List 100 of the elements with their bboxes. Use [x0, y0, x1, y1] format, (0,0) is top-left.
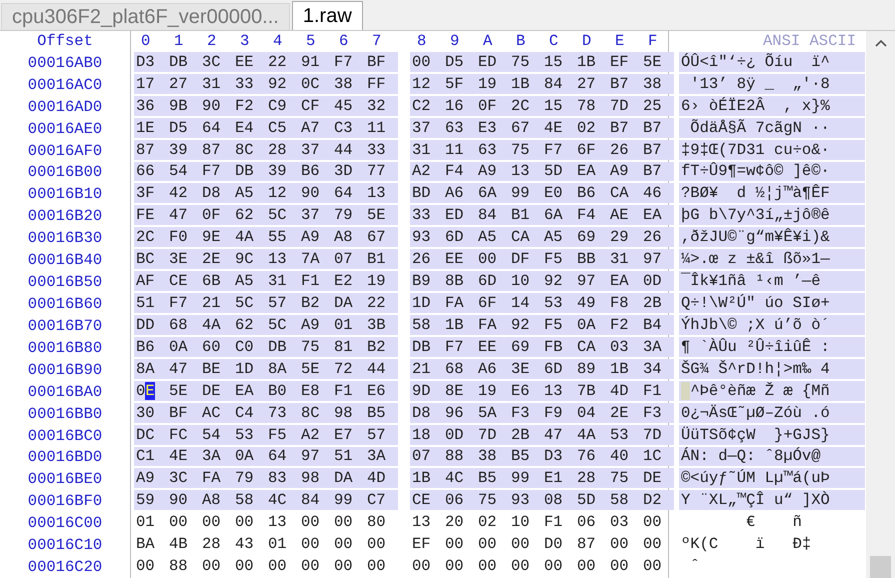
hex-byte[interactable]: 13 — [365, 183, 398, 204]
hex-byte[interactable]: 00 — [332, 512, 365, 532]
hex-byte[interactable]: A5 — [233, 271, 266, 292]
hex-byte[interactable]: 90 — [299, 183, 332, 204]
hex-byte[interactable]: D3 — [134, 52, 167, 72]
hex-byte[interactable]: 00 — [641, 512, 674, 532]
hex-byte[interactable]: 62 — [233, 205, 266, 226]
hex-byte[interactable]: 8C — [233, 140, 266, 160]
hex-byte[interactable]: 5C — [233, 293, 266, 313]
hex-byte[interactable]: 15 — [542, 52, 575, 72]
hex-byte[interactable]: 0A — [167, 336, 200, 357]
hex-byte[interactable]: 7D — [641, 424, 674, 445]
hex-byte[interactable]: 84 — [299, 490, 332, 510]
hex-byte[interactable]: F3 — [641, 402, 674, 423]
hex-byte[interactable]: 99 — [332, 490, 365, 510]
hex-byte[interactable]: 00 — [443, 534, 476, 554]
hex-byte[interactable]: A9 — [299, 314, 332, 335]
hex-byte[interactable]: 29 — [608, 227, 641, 248]
hex-byte[interactable]: 20 — [443, 512, 476, 532]
hex-byte[interactable]: 00 — [476, 556, 509, 576]
hex-byte[interactable]: 14 — [509, 293, 542, 313]
hex-byte[interactable]: 93 — [410, 227, 443, 248]
hex-byte[interactable]: A8 — [200, 490, 233, 510]
hex-byte[interactable]: 2E — [200, 249, 233, 270]
hex-byte[interactable]: F7 — [332, 52, 365, 72]
scroll-thumb[interactable] — [870, 556, 891, 578]
hex-byte[interactable]: 00 — [542, 556, 575, 576]
hex-byte[interactable]: F7 — [167, 293, 200, 313]
hex-byte[interactable]: F5 — [542, 314, 575, 335]
hex-byte[interactable]: ED — [476, 52, 509, 72]
hex-byte[interactable]: E4 — [233, 118, 266, 138]
hex-byte[interactable]: 13 — [410, 512, 443, 532]
hex-byte[interactable]: 3A — [365, 446, 398, 466]
hex-byte[interactable]: 47 — [167, 205, 200, 226]
hex-byte[interactable]: 00 — [410, 52, 443, 72]
hex-byte[interactable]: 28 — [200, 534, 233, 554]
hex-byte[interactable]: A7 — [299, 118, 332, 138]
hex-byte[interactable]: C2 — [410, 96, 443, 116]
hex-byte[interactable]: 91 — [299, 52, 332, 72]
hex-byte[interactable]: DE — [641, 468, 674, 488]
hex-byte[interactable]: 00 — [167, 512, 200, 532]
hex-byte[interactable]: 19 — [365, 271, 398, 292]
hex-byte[interactable]: 2C — [509, 96, 542, 116]
hex-byte[interactable]: 68 — [167, 314, 200, 335]
hex-byte[interactable]: 00 — [299, 512, 332, 532]
hex-byte[interactable]: 28 — [575, 468, 608, 488]
hex-byte[interactable]: 34 — [641, 358, 674, 379]
hex-byte[interactable]: 33 — [365, 140, 398, 160]
hex-byte[interactable]: F2 — [608, 314, 641, 335]
hex-byte[interactable]: 92 — [509, 314, 542, 335]
hex-byte[interactable]: 00 — [233, 512, 266, 532]
hex-byte[interactable]: 97 — [641, 249, 674, 270]
hex-byte[interactable]: 26 — [608, 140, 641, 160]
hex-byte[interactable]: 01 — [266, 534, 299, 554]
hex-byte[interactable]: 93 — [509, 490, 542, 510]
hex-byte[interactable]: DC — [134, 424, 167, 445]
hex-byte[interactable]: 13 — [266, 512, 299, 532]
hex-byte[interactable]: B6 — [134, 336, 167, 357]
hex-byte[interactable]: 57 — [365, 424, 398, 445]
hex-byte[interactable]: 6B — [200, 271, 233, 292]
hex-byte[interactable]: D8 — [200, 183, 233, 204]
hex-byte[interactable]: 1D — [233, 358, 266, 379]
hex-byte[interactable]: 01 — [332, 314, 365, 335]
hex-byte[interactable]: DA — [332, 468, 365, 488]
hex-byte[interactable]: 25 — [641, 96, 674, 116]
hex-byte[interactable]: 3D — [332, 162, 365, 182]
hex-byte[interactable]: 0D — [641, 271, 674, 292]
hex-byte[interactable]: 9C — [233, 249, 266, 270]
hex-byte[interactable]: 06 — [575, 512, 608, 532]
hex-byte[interactable]: B5 — [476, 468, 509, 488]
hex-byte[interactable]: 0F — [200, 205, 233, 226]
hex-byte[interactable]: DB — [233, 162, 266, 182]
hex-byte[interactable]: 6F — [476, 293, 509, 313]
hex-byte[interactable]: BA — [134, 534, 167, 554]
hex-byte[interactable]: 87 — [200, 140, 233, 160]
hex-byte[interactable]: 4E — [167, 446, 200, 466]
hex-byte[interactable]: FA — [476, 314, 509, 335]
hex-byte[interactable]: 97 — [575, 271, 608, 292]
hex-byte[interactable]: 75 — [299, 336, 332, 357]
hex-byte[interactable]: 12 — [410, 74, 443, 94]
hex-byte[interactable]: 5C — [266, 205, 299, 226]
hex-byte[interactable]: 1B — [575, 52, 608, 72]
hex-byte[interactable]: 00 — [200, 556, 233, 576]
hex-byte[interactable]: 3C — [200, 52, 233, 72]
hex-byte[interactable]: DE — [200, 380, 233, 401]
hex-byte[interactable]: EE — [233, 52, 266, 72]
hex-byte[interactable]: 00 — [608, 556, 641, 576]
hex-byte[interactable]: 5D — [575, 490, 608, 510]
hex-byte[interactable]: B7 — [608, 74, 641, 94]
hex-byte[interactable]: 4C — [266, 490, 299, 510]
hex-byte[interactable]: 13 — [509, 162, 542, 182]
hex-byte[interactable]: C4 — [233, 402, 266, 423]
hex-byte[interactable]: 51 — [332, 446, 365, 466]
hex-byte[interactable]: 73 — [266, 402, 299, 423]
hex-byte[interactable]: D3 — [542, 446, 575, 466]
hex-byte[interactable]: F5 — [542, 249, 575, 270]
hex-byte[interactable]: 2E — [608, 402, 641, 423]
hex-byte[interactable]: 79 — [233, 468, 266, 488]
hex-byte[interactable]: 37 — [299, 140, 332, 160]
hex-byte[interactable]: 57 — [266, 293, 299, 313]
